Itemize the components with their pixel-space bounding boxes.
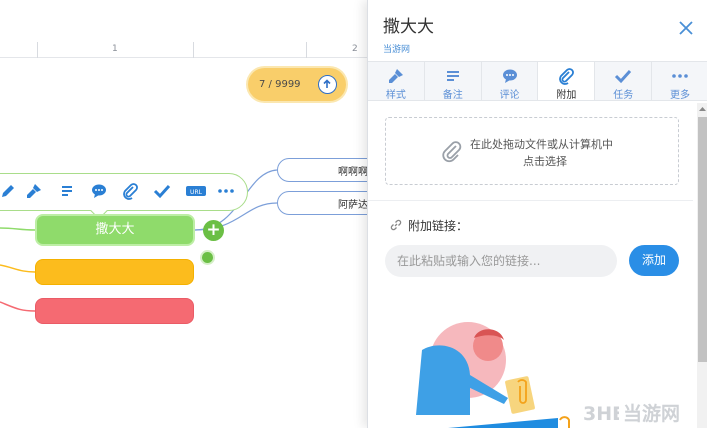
brush-icon xyxy=(388,69,403,83)
tab-label: 附加 xyxy=(556,90,577,101)
link-icon xyxy=(390,219,402,231)
panel-scrollbar[interactable] xyxy=(697,103,707,428)
close-icon[interactable] xyxy=(676,18,696,38)
attach-icon[interactable] xyxy=(121,182,139,200)
child-node-label: 啊啊啊 xyxy=(338,167,368,178)
check-icon xyxy=(615,69,632,84)
add-child-button[interactable]: + xyxy=(203,220,224,241)
panel-tabs: 样式 备注 评论 附加 任务 更多 xyxy=(368,61,707,101)
mindmap-canvas[interactable]: 1 2 7 / 9999 啊啊啊 阿萨达 URL 撒大大 + 撒大大 当游网 样… xyxy=(0,0,707,428)
notes-icon xyxy=(446,71,459,81)
tab-tasks[interactable]: 任务 xyxy=(595,62,653,101)
topic-node[interactable] xyxy=(35,298,194,324)
link-input[interactable] xyxy=(385,245,617,277)
attach-icon xyxy=(442,141,462,163)
hyperlink-icon[interactable]: URL xyxy=(185,182,207,200)
comment-icon[interactable] xyxy=(90,182,108,200)
comment-icon xyxy=(502,69,517,83)
divider xyxy=(368,200,693,201)
child-node-label: 阿萨达 xyxy=(338,200,368,211)
panel-subtitle: 当游网 xyxy=(383,45,411,55)
drop-zone-text: 在此处拖动文件或从计算机中 xyxy=(470,138,613,151)
tab-label: 更多 xyxy=(670,90,691,101)
scroll-up-icon[interactable] xyxy=(698,105,707,114)
watermark-text: 当游网 xyxy=(623,403,681,425)
watermark: 3HE 当游网 xyxy=(583,399,680,426)
tab-notes[interactable]: 备注 xyxy=(424,62,482,101)
attach-icon xyxy=(559,68,575,85)
tab-comments[interactable]: 评论 xyxy=(481,62,539,101)
tab-label: 备注 xyxy=(442,90,463,101)
brush-icon[interactable] xyxy=(25,182,43,200)
side-panel: 撒大大 当游网 样式 备注 评论 附加 任务 更多 在此处拖动文件或从计算机中 … xyxy=(367,0,707,428)
watermark-logo: 3HE xyxy=(583,403,619,424)
node-toolbar: URL xyxy=(0,173,248,220)
tab-label: 样式 xyxy=(385,90,406,101)
tab-style[interactable]: 样式 xyxy=(368,62,425,101)
collapse-toggle[interactable] xyxy=(200,250,215,265)
edit-icon[interactable] xyxy=(0,182,17,200)
more-icon[interactable] xyxy=(217,182,235,200)
panel-title: 撒大大 xyxy=(383,17,434,37)
file-drop-zone[interactable]: 在此处拖动文件或从计算机中 点击选择 xyxy=(385,117,679,185)
selected-topic-node[interactable]: 撒大大 xyxy=(35,214,195,246)
task-icon[interactable] xyxy=(153,182,171,200)
more-icon xyxy=(672,74,688,78)
attachment-illustration xyxy=(416,322,570,428)
tab-label: 任务 xyxy=(613,90,634,101)
link-section-label: 附加链接： xyxy=(390,217,468,234)
svg-text:3HE: 3HE xyxy=(583,403,619,424)
tab-more[interactable]: 更多 xyxy=(652,62,707,101)
notes-icon[interactable] xyxy=(58,182,76,200)
add-link-button[interactable]: 添加 xyxy=(629,245,679,276)
svg-text:URL: URL xyxy=(190,189,203,196)
link-label-text: 附加链接： xyxy=(408,219,469,233)
topic-node[interactable] xyxy=(35,259,194,285)
drop-zone-link[interactable]: 点击选择 xyxy=(523,153,567,169)
scrollbar-thumb[interactable] xyxy=(698,117,707,362)
tab-attach[interactable]: 附加 xyxy=(538,62,596,101)
tab-label: 评论 xyxy=(499,90,520,101)
